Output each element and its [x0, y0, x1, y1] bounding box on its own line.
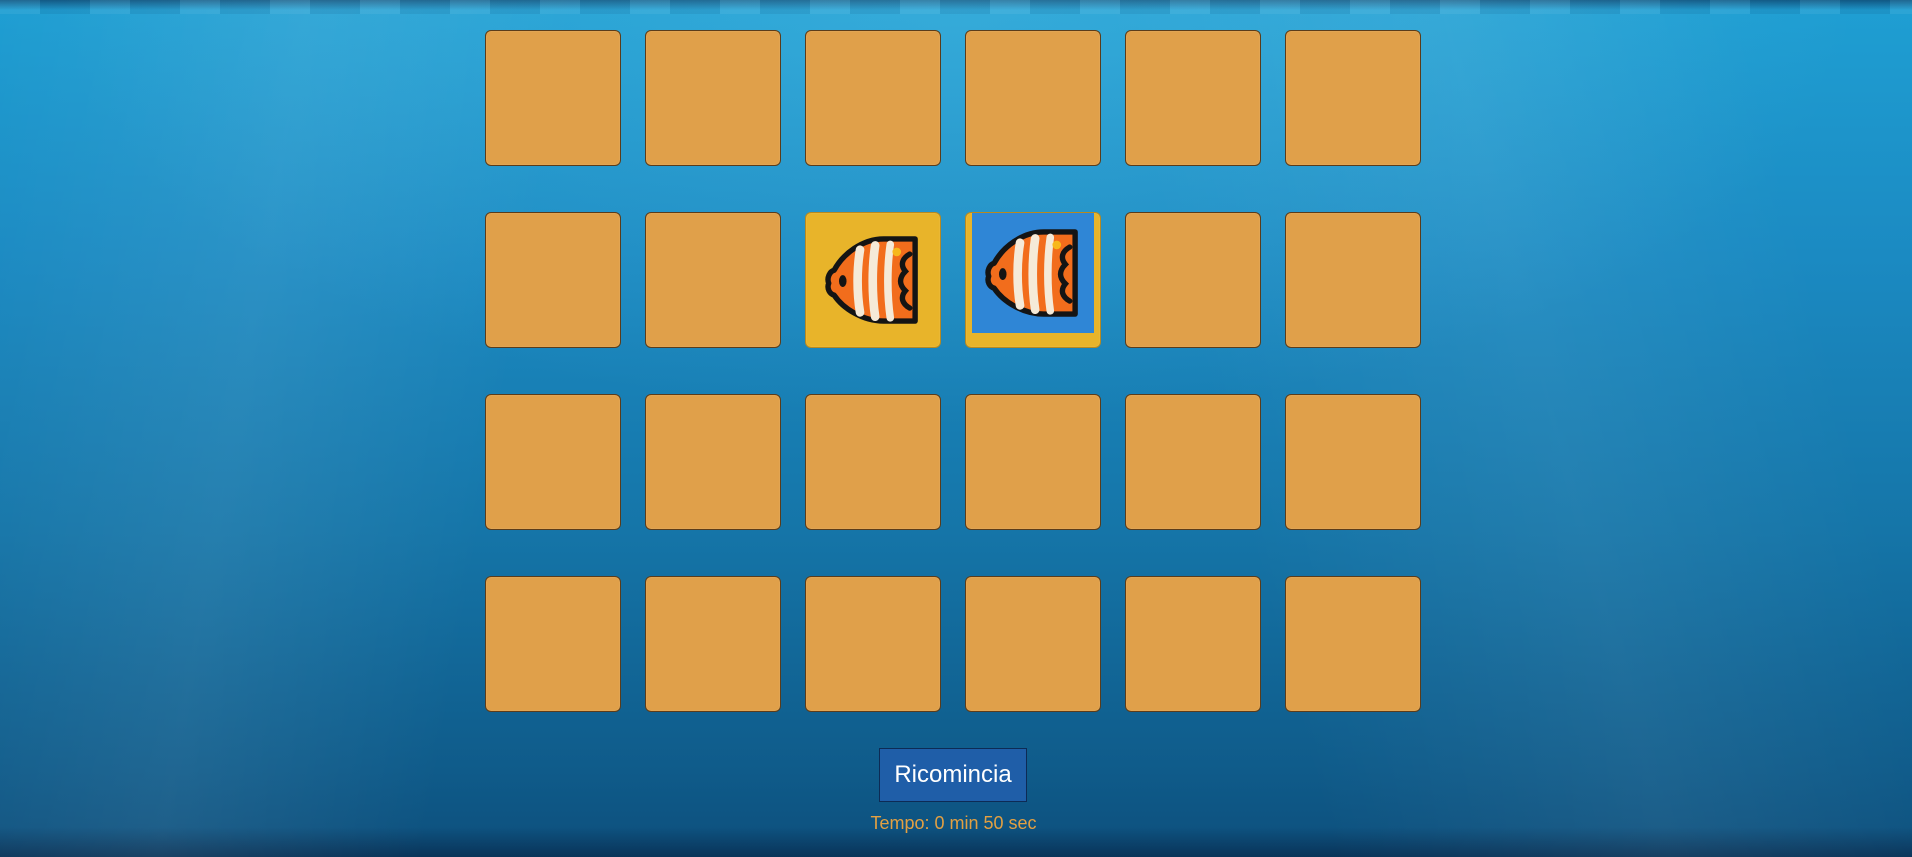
- memory-card[interactable]: [645, 576, 781, 712]
- water-surface: [0, 0, 1912, 14]
- memory-card[interactable]: [805, 30, 941, 166]
- restart-button[interactable]: Ricomincia: [879, 748, 1027, 802]
- memory-card[interactable]: [485, 30, 621, 166]
- memory-card[interactable]: [1125, 394, 1261, 530]
- memory-card[interactable]: [965, 394, 1101, 530]
- memory-card[interactable]: [485, 576, 621, 712]
- memory-card[interactable]: [645, 212, 781, 348]
- butterflyfish-icon: [825, 236, 918, 324]
- memory-card[interactable]: [965, 576, 1101, 712]
- memory-card[interactable]: [1125, 212, 1261, 348]
- memory-card-grid: [485, 30, 1421, 712]
- memory-card[interactable]: [805, 394, 941, 530]
- memory-card[interactable]: [805, 576, 941, 712]
- memory-card[interactable]: [1125, 576, 1261, 712]
- memory-card[interactable]: [645, 30, 781, 166]
- memory-card[interactable]: [1285, 212, 1421, 348]
- memory-card[interactable]: [965, 30, 1101, 166]
- card-face: [972, 213, 1094, 333]
- memory-card-revealed[interactable]: [965, 212, 1101, 348]
- memory-card[interactable]: [1125, 30, 1261, 166]
- timer-text: Tempo: 0 min 50 sec: [870, 813, 1037, 833]
- memory-card-revealed[interactable]: [805, 212, 941, 348]
- card-face: [806, 213, 940, 347]
- memory-card[interactable]: [1285, 30, 1421, 166]
- butterflyfish-icon: [985, 229, 1078, 317]
- memory-card[interactable]: [485, 212, 621, 348]
- memory-card[interactable]: [1285, 394, 1421, 530]
- memory-card[interactable]: [645, 394, 781, 530]
- memory-card[interactable]: [485, 394, 621, 530]
- memory-card[interactable]: [1285, 576, 1421, 712]
